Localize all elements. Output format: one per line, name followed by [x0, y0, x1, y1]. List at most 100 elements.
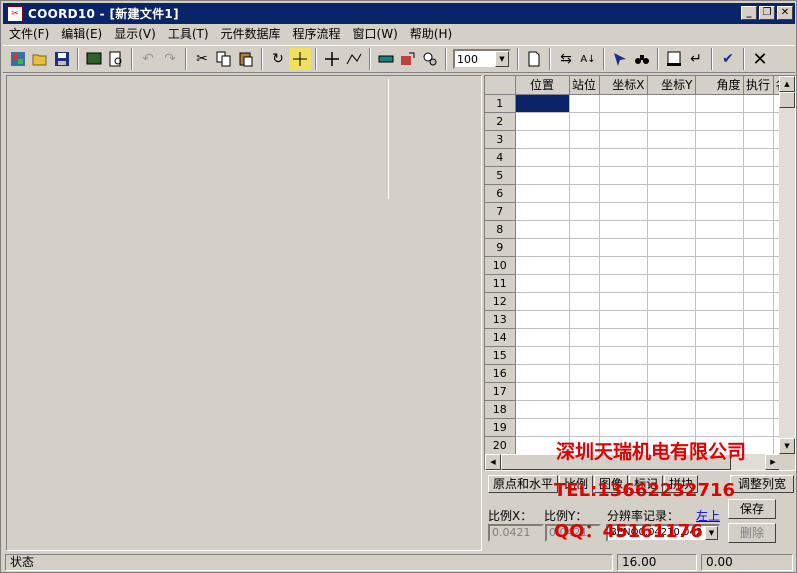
menu-window[interactable]: 窗口(W) [347, 25, 404, 43]
cut-icon[interactable]: ✂ [191, 48, 213, 70]
menu-tools[interactable]: 工具(T) [162, 25, 215, 43]
grid-cell[interactable] [695, 292, 744, 311]
open-folder-icon[interactable] [29, 48, 51, 70]
grid-cell[interactable] [515, 256, 570, 275]
data-grid[interactable]: 位置 站位 坐标X 坐标Y 角度 执行 名 123456789101112131… [484, 75, 796, 471]
scroll-thumb[interactable] [779, 92, 795, 108]
chevron-down-icon[interactable]: ▼ [705, 526, 718, 540]
copy-icon[interactable] [213, 48, 235, 70]
grid-cell[interactable] [599, 184, 648, 203]
grid-cell[interactable] [599, 94, 648, 113]
title-bar[interactable]: ✂ COORD10 - [新建文件1] _ ❐ ✕ [3, 3, 795, 24]
grid-cell[interactable] [569, 418, 600, 437]
grid-cell[interactable] [743, 220, 774, 239]
grid-cell[interactable] [599, 256, 648, 275]
grid-cell[interactable] [599, 148, 648, 167]
row-header[interactable]: 15 [485, 346, 516, 365]
grid-cell[interactable] [743, 148, 774, 167]
grid-cell[interactable] [647, 346, 696, 365]
binoculars-icon[interactable] [631, 48, 653, 70]
zoom-select[interactable]: 100 ▼ [453, 49, 511, 69]
sort-az-icon[interactable]: A↓ [577, 48, 599, 70]
machine-icon[interactable] [663, 48, 685, 70]
close-x-icon[interactable]: ✕ [749, 48, 771, 70]
table-row[interactable]: 8 [485, 220, 791, 239]
grid-cell[interactable] [695, 130, 744, 149]
print-preview-icon[interactable] [105, 48, 127, 70]
grid-cell[interactable] [743, 400, 774, 419]
grid-cell[interactable] [647, 148, 696, 167]
grid-cell[interactable] [743, 346, 774, 365]
grid-cell[interactable] [743, 328, 774, 347]
grid-cell[interactable] [695, 346, 744, 365]
grid-cell[interactable] [599, 418, 648, 437]
row-header[interactable]: 1 [485, 94, 516, 113]
tab-origin-level[interactable]: 原点和水平 [488, 475, 559, 493]
grid-cell[interactable] [647, 202, 696, 221]
row-header[interactable]: 17 [485, 382, 516, 401]
grid-cell[interactable] [515, 382, 570, 401]
column-header[interactable]: 坐标Y [647, 76, 696, 95]
paste-icon[interactable] [235, 48, 257, 70]
grid-cell[interactable] [743, 166, 774, 185]
grid-cell[interactable] [743, 184, 774, 203]
row-header[interactable]: 11 [485, 274, 516, 293]
grid-cell[interactable] [647, 400, 696, 419]
row-header[interactable]: 8 [485, 220, 516, 239]
grid-cell[interactable] [599, 382, 648, 401]
row-header[interactable]: 13 [485, 310, 516, 329]
table-row[interactable]: 12 [485, 292, 791, 311]
row-header[interactable]: 12 [485, 292, 516, 311]
vertical-scrollbar[interactable]: ▲ ▼ [779, 76, 795, 454]
grid-cell[interactable] [569, 130, 600, 149]
grid-cell[interactable] [515, 274, 570, 293]
grid-cell[interactable] [569, 364, 600, 383]
grid-cell[interactable] [647, 112, 696, 131]
menu-view[interactable]: 显示(V) [108, 25, 162, 43]
new-color-icon[interactable] [7, 48, 29, 70]
grid-cell[interactable] [599, 112, 648, 131]
redo-icon[interactable]: ↷ [159, 48, 181, 70]
grid-cell[interactable] [599, 166, 648, 185]
grid-cell[interactable] [695, 94, 744, 113]
grid-cell[interactable] [569, 274, 600, 293]
grid-cell[interactable] [647, 94, 696, 113]
grid-cell[interactable] [599, 130, 648, 149]
row-header[interactable]: 14 [485, 328, 516, 347]
grid-cell[interactable] [743, 94, 774, 113]
grid-cell[interactable] [743, 292, 774, 311]
save-disk-icon[interactable] [51, 48, 73, 70]
grid-cell[interactable] [743, 382, 774, 401]
table-row[interactable]: 16 [485, 364, 791, 383]
grid-cell[interactable] [695, 418, 744, 437]
grid-cell[interactable] [695, 274, 744, 293]
grid-cell[interactable] [599, 400, 648, 419]
grid-cell[interactable] [743, 364, 774, 383]
grid-cell[interactable] [647, 238, 696, 257]
row-header[interactable]: 4 [485, 148, 516, 167]
table-row[interactable]: 5 [485, 166, 791, 185]
grid-cell[interactable] [515, 112, 570, 131]
grid-cell[interactable] [515, 400, 570, 419]
grid-cell[interactable] [695, 310, 744, 329]
crosshair-yellow-icon[interactable] [289, 48, 311, 70]
row-header[interactable]: 7 [485, 202, 516, 221]
column-header[interactable]: 执行 [743, 76, 774, 95]
grid-cell[interactable] [569, 310, 600, 329]
column-header[interactable]: 坐标X [599, 76, 648, 95]
drawing-canvas[interactable] [6, 75, 482, 551]
menu-file[interactable]: 文件(F) [3, 25, 55, 43]
row-header[interactable]: 19 [485, 418, 516, 437]
scroll-left-button[interactable]: ◀ [485, 454, 501, 470]
row-header[interactable]: 16 [485, 364, 516, 383]
save-button[interactable]: 保存 [728, 499, 776, 519]
grid-cell[interactable] [569, 166, 600, 185]
adjust-column-width-button[interactable]: 调整列宽 [730, 475, 794, 493]
row-header[interactable]: 6 [485, 184, 516, 203]
table-row[interactable]: 4 [485, 148, 791, 167]
row-header[interactable]: 20 [485, 436, 516, 455]
grid-cell[interactable] [599, 238, 648, 257]
table-row[interactable]: 17 [485, 382, 791, 401]
ruler-icon[interactable] [375, 48, 397, 70]
grid-cell[interactable] [515, 202, 570, 221]
